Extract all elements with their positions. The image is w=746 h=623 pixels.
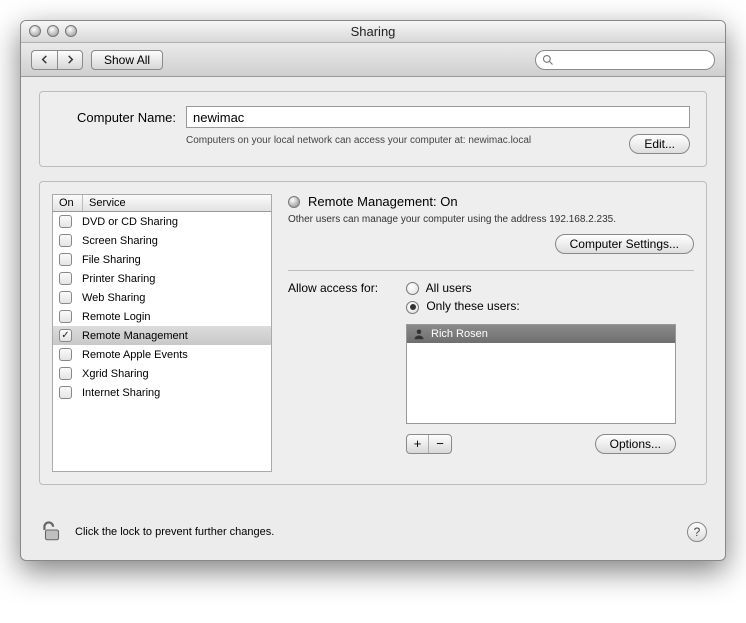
service-checkbox[interactable]: ✓ (59, 329, 72, 342)
radio-icon (406, 301, 419, 314)
show-all-button[interactable]: Show All (91, 50, 163, 70)
lock-button[interactable] (39, 517, 65, 546)
help-button[interactable]: ? (687, 522, 707, 542)
service-checkbox[interactable] (59, 234, 72, 247)
access-section: Allow access for: All users Only these u… (288, 281, 694, 454)
service-row[interactable]: Xgrid Sharing (53, 364, 271, 383)
service-checkbox[interactable] (59, 291, 72, 304)
service-row[interactable]: Printer Sharing (53, 269, 271, 288)
status-indicator-icon (288, 196, 300, 208)
service-label: Printer Sharing (82, 273, 155, 285)
column-on[interactable]: On (53, 195, 83, 211)
service-label: Web Sharing (82, 292, 145, 304)
titlebar: Sharing (21, 21, 725, 43)
service-label: Xgrid Sharing (82, 368, 149, 380)
forward-button[interactable] (57, 50, 83, 70)
computer-settings-button[interactable]: Computer Settings... (555, 234, 694, 254)
footer: Click the lock to prevent further change… (21, 503, 725, 560)
separator (288, 270, 694, 271)
zoom-window-button[interactable] (65, 25, 77, 37)
service-row[interactable]: ✓ Remote Management (53, 326, 271, 345)
search-icon (542, 54, 554, 66)
add-user-button[interactable]: + (407, 435, 429, 453)
nav-buttons (31, 50, 83, 70)
radio-only-these-users[interactable]: Only these users: (406, 299, 676, 313)
radio-icon (406, 282, 419, 295)
service-checkbox[interactable] (59, 253, 72, 266)
service-label: DVD or CD Sharing (82, 216, 178, 228)
back-button[interactable] (31, 50, 57, 70)
toolbar: Show All (21, 43, 725, 77)
service-label: Remote Login (82, 311, 151, 323)
service-row[interactable]: Remote Login (53, 307, 271, 326)
user-name: Rich Rosen (431, 328, 488, 340)
services-list: On Service DVD or CD Sharing Screen Shari… (52, 194, 272, 472)
computer-name-input[interactable] (186, 106, 690, 128)
column-service[interactable]: Service (83, 195, 271, 211)
service-row[interactable]: DVD or CD Sharing (53, 212, 271, 231)
service-description: Other users can manage your computer usi… (288, 213, 694, 226)
close-window-button[interactable] (29, 25, 41, 37)
minimize-window-button[interactable] (47, 25, 59, 37)
service-label: Screen Sharing (82, 235, 158, 247)
radio-only-label: Only these users: (426, 299, 519, 313)
service-label: Remote Management (82, 330, 188, 342)
service-checkbox[interactable] (59, 367, 72, 380)
service-checkbox[interactable] (59, 310, 72, 323)
service-checkbox[interactable] (59, 215, 72, 228)
service-row[interactable]: Internet Sharing (53, 383, 271, 402)
service-checkbox[interactable] (59, 272, 72, 285)
service-row[interactable]: File Sharing (53, 250, 271, 269)
service-label: File Sharing (82, 254, 141, 266)
unlocked-lock-icon (39, 517, 65, 543)
services-header: On Service (52, 194, 272, 212)
window-title: Sharing (21, 24, 725, 39)
service-checkbox[interactable] (59, 386, 72, 399)
options-button[interactable]: Options... (595, 434, 676, 454)
services-panel: On Service DVD or CD Sharing Screen Shari… (39, 181, 707, 485)
preferences-window: Sharing Show All Computer Name: Computer… (20, 20, 726, 561)
services-list-body: DVD or CD Sharing Screen Sharing File Shar… (52, 212, 272, 472)
radio-all-users[interactable]: All users (406, 281, 676, 295)
service-label: Internet Sharing (82, 387, 160, 399)
computer-name-label: Computer Name: (56, 110, 176, 125)
status-text: Remote Management: On (308, 194, 458, 209)
service-detail: Remote Management: On Other users can ma… (288, 194, 694, 472)
person-icon (413, 328, 425, 340)
remove-user-button[interactable]: − (429, 435, 451, 453)
window-controls (29, 25, 77, 37)
search-field[interactable] (535, 50, 715, 70)
lock-hint: Click the lock to prevent further change… (75, 526, 274, 538)
computer-name-panel: Computer Name: Computers on your local n… (39, 91, 707, 167)
service-checkbox[interactable] (59, 348, 72, 361)
service-row[interactable]: Remote Apple Events (53, 345, 271, 364)
edit-hostname-button[interactable]: Edit... (629, 134, 690, 154)
service-label: Remote Apple Events (82, 349, 188, 361)
radio-all-label: All users (426, 281, 472, 295)
access-label: Allow access for: (288, 281, 398, 295)
users-list[interactable]: Rich Rosen (406, 324, 676, 424)
user-row[interactable]: Rich Rosen (407, 325, 675, 343)
computer-name-hint: Computers on your local network can acce… (186, 134, 629, 154)
service-row[interactable]: Web Sharing (53, 288, 271, 307)
service-row[interactable]: Screen Sharing (53, 231, 271, 250)
add-remove-buttons: + − (406, 434, 452, 454)
